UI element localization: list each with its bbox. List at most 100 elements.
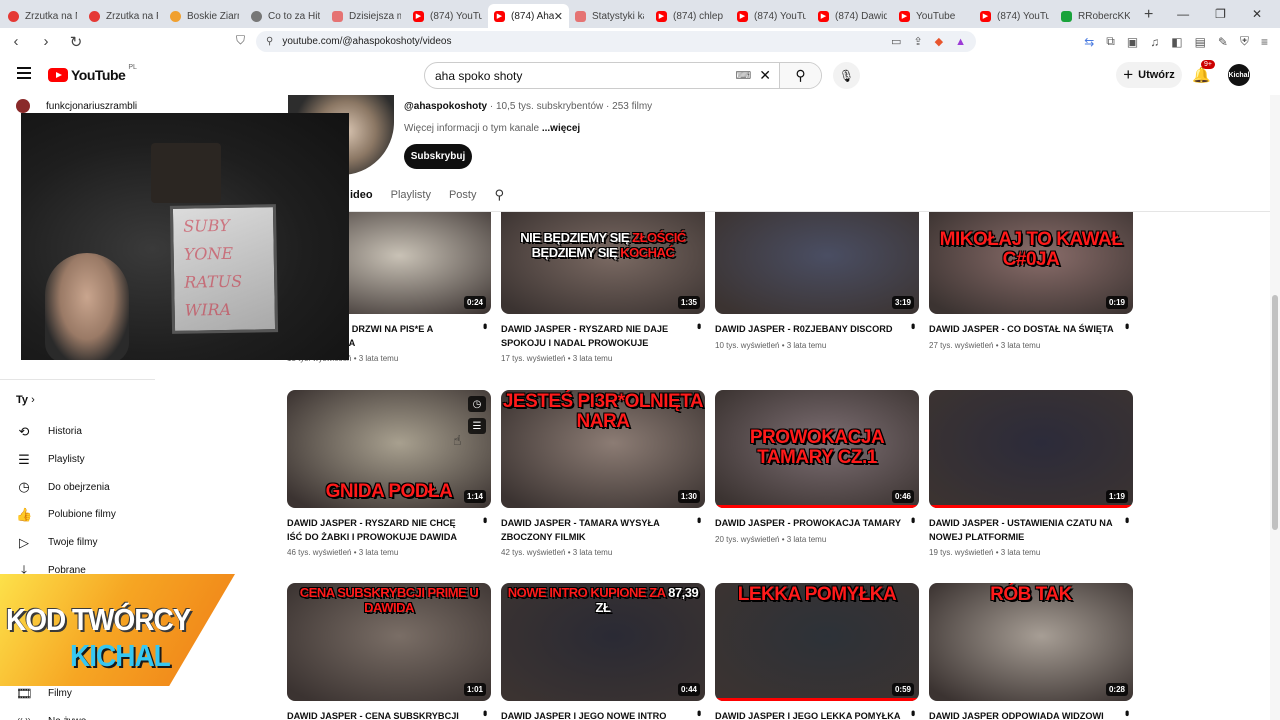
video-more-options-icon[interactable]: ••• xyxy=(1120,517,1134,521)
browser-tab[interactable]: Boskie Ziarno xyxy=(164,4,245,28)
browser-tab[interactable]: Zrzutka na Pa xyxy=(83,4,164,28)
browser-tab[interactable]: ▶ (874) chlep xyxy=(650,4,731,28)
sidebar-item-do-obejrzenia[interactable]: ◷ Do obejrzenia xyxy=(16,473,116,501)
video-card[interactable]: 3:19 DAWID JASPER - R0ZJEBANY DISCORD 10 t… xyxy=(715,212,920,350)
browser-tab[interactable]: ▶ (874) YouTub xyxy=(974,4,1055,28)
video-more-options-icon[interactable]: ••• xyxy=(1120,323,1134,327)
video-more-options-icon[interactable]: ••• xyxy=(906,710,920,714)
video-more-options-icon[interactable]: ••• xyxy=(692,517,706,521)
rewards-icon[interactable]: ▲ xyxy=(955,36,966,48)
video-thumbnail[interactable]: NOWE INTRO KUPIONE ZA 87,39 ZŁ 0:44 xyxy=(501,583,705,701)
install-icon[interactable]: ▭ xyxy=(891,35,901,48)
close-tab-icon[interactable]: ✕ xyxy=(554,10,563,23)
browser-tab[interactable]: ▶ YouTube xyxy=(893,4,974,28)
video-more-options-icon[interactable]: ••• xyxy=(1120,710,1134,714)
keyboard-icon[interactable]: ⌨ xyxy=(735,69,751,82)
tab-videos[interactable]: ideo xyxy=(350,189,373,201)
share-icon[interactable]: ⇪ xyxy=(913,35,922,48)
search-box[interactable]: aha spoko shoty ⌨ ✕ ⚲ xyxy=(424,62,822,89)
video-thumbnail[interactable]: MIKOŁAJ TO KAWAŁ C#0JA 0:19 xyxy=(929,212,1133,314)
video-thumbnail[interactable]: LEKKA POMYŁKA 0:59 xyxy=(715,583,919,701)
video-thumbnail[interactable]: CENA SUBSKRYBCJI PRIME U DAWIDA 1:01 xyxy=(287,583,491,701)
extension2-icon[interactable]: ▣ xyxy=(1127,35,1138,49)
restore-icon[interactable]: ❐ xyxy=(1215,7,1226,21)
video-title[interactable]: DAWID JASPER - CO DOSTAŁ NA ŚWIĘTA xyxy=(929,323,1133,337)
minimize-icon[interactable]: — xyxy=(1177,7,1189,21)
video-more-options-icon[interactable]: ••• xyxy=(478,710,492,714)
clear-search-icon[interactable]: ✕ xyxy=(759,67,771,84)
vpn-icon[interactable]: ⛨ xyxy=(1240,34,1249,49)
bookmark-icon[interactable]: ⛉ xyxy=(236,33,245,48)
translate-icon[interactable]: ⇆ xyxy=(1084,35,1094,49)
reload-icon[interactable]: ↻ xyxy=(68,33,84,51)
sidebar-icon[interactable]: ◧ xyxy=(1171,35,1182,49)
video-thumbnail[interactable]: 3:19 xyxy=(715,212,919,314)
tab-playlists[interactable]: Playlisty xyxy=(391,189,431,201)
video-card[interactable]: CENA SUBSKRYBCJI PRIME U DAWIDA 1:01 DAWID… xyxy=(287,583,492,720)
search-input[interactable]: aha spoko shoty xyxy=(425,69,735,83)
video-thumbnail[interactable]: JESTEŚ PI3R*OLNIĘTA NARA 1:30 xyxy=(501,390,705,508)
video-more-options-icon[interactable]: ••• xyxy=(478,517,492,521)
youtube-logo[interactable]: YouTube PL xyxy=(48,64,137,83)
browser-tab[interactable]: ▶ (874) YouTub xyxy=(731,4,812,28)
video-card[interactable]: NOWE INTRO KUPIONE ZA 87,39 ZŁ 0:44 DAWID … xyxy=(501,583,706,720)
more-link[interactable]: ...więcej xyxy=(542,123,580,134)
scrollbar-thumb[interactable] xyxy=(1272,295,1278,530)
watch-later-icon[interactable]: ◷ xyxy=(468,396,486,412)
forward-icon[interactable]: › xyxy=(38,33,54,50)
video-title[interactable]: DAWID JASPER - RYSZARD NIE CHCĘ IŚĆ DO Ż… xyxy=(287,517,491,544)
voice-search-icon[interactable]: 🎙 xyxy=(833,62,860,89)
account-avatar[interactable]: Kichal xyxy=(1228,64,1250,86)
leo-icon[interactable]: ✎ xyxy=(1218,35,1228,49)
video-card[interactable]: JESTEŚ PI3R*OLNIĘTA NARA 1:30 DAWID JASPER… xyxy=(501,390,706,557)
hamburger-menu-icon[interactable] xyxy=(17,67,31,82)
channel-search-icon[interactable]: ⚲ xyxy=(494,187,504,203)
video-card[interactable]: NIE BĘDZIEMY SIĘ ZŁOŚCIĆ BĘDZIEMY SIĘ KOC… xyxy=(501,212,706,363)
close-window-icon[interactable]: ✕ xyxy=(1252,7,1262,21)
search-button[interactable]: ⚲ xyxy=(779,63,821,88)
new-tab-button[interactable]: + xyxy=(1136,4,1161,28)
video-thumbnail[interactable]: GNIDA PODŁA 1:14 ◷ ☰ xyxy=(287,390,491,508)
video-title[interactable]: DAWID JASPER I JEGO LEKKA POMYŁKA xyxy=(715,710,919,720)
video-card[interactable]: 1:19 DAWID JASPER - USTAWIENIA CZATU NA N… xyxy=(929,390,1134,557)
video-more-options-icon[interactable]: ••• xyxy=(478,323,492,327)
video-title[interactable]: DAWID JASPER - USTAWIENIA CZATU NA NOWEJ… xyxy=(929,517,1133,544)
menu-icon[interactable]: ≡ xyxy=(1261,35,1268,49)
video-card[interactable]: MIKOŁAJ TO KAWAŁ C#0JA 0:19 DAWID JASPER -… xyxy=(929,212,1134,350)
sidebar-subscription-item[interactable]: funkcjonariuszrambli xyxy=(16,99,137,113)
sidebar-item-twoje-filmy[interactable]: ▷ Twoje filmy xyxy=(16,529,116,557)
browser-tab[interactable]: ▶ (874) YouTub xyxy=(407,4,488,28)
browser-tab[interactable]: Statystyki kan xyxy=(569,4,650,28)
video-card[interactable]: LEKKA POMYŁKA 0:59 DAWID JASPER I JEGO LEK… xyxy=(715,583,920,720)
video-more-options-icon[interactable]: ••• xyxy=(692,323,706,327)
video-thumbnail[interactable]: RÓB TAK 0:28 xyxy=(929,583,1133,701)
sidebar-item-na-żywo[interactable]: ((•))Na żywo xyxy=(16,708,86,720)
brave-shield-icon[interactable]: ◆ xyxy=(935,35,943,48)
video-title[interactable]: DAWID JASPER - RYSZARD NIE DAJE SPOKOJU … xyxy=(501,323,705,350)
video-card[interactable]: PROWOKACJA TAMARY CZ.1 0:46 DAWID JASPER -… xyxy=(715,390,920,544)
browser-tab[interactable]: Zrzutka na N xyxy=(2,4,83,28)
video-title[interactable]: DAWID JASPER I JEGO NOWE INTRO xyxy=(501,710,705,720)
subscribe-button[interactable]: Subskrybuj xyxy=(404,144,472,169)
browser-tab[interactable]: ▶ (874) Aha ✕ xyxy=(488,4,569,28)
video-title[interactable]: DAWID JASPER - CENA SUBSKRYBCJI xyxy=(287,710,491,720)
tab-posts[interactable]: Posty xyxy=(449,189,477,201)
video-thumbnail[interactable]: 1:19 xyxy=(929,390,1133,508)
sidebar-item-historia[interactable]: ⟲ Historia xyxy=(16,418,116,446)
sidebar-item-playlisty[interactable]: ☰ Playlisty xyxy=(16,446,116,474)
wallet-icon[interactable]: ▤ xyxy=(1195,35,1206,49)
video-more-options-icon[interactable]: ••• xyxy=(906,323,920,327)
sidebar-you-header[interactable]: Ty › xyxy=(16,394,35,406)
browser-tab[interactable]: Co to za Hit! xyxy=(245,4,326,28)
extension-icon[interactable]: ⧉ xyxy=(1106,34,1115,49)
video-more-options-icon[interactable]: ••• xyxy=(692,710,706,714)
video-more-options-icon[interactable]: ••• xyxy=(906,517,920,521)
browser-tab[interactable]: ▶ (874) Dawid xyxy=(812,4,893,28)
browser-tab[interactable]: RRobercKKT xyxy=(1055,4,1136,28)
video-title[interactable]: DAWID JASPER - PROWOKACJA TAMARY xyxy=(715,517,919,531)
video-thumbnail[interactable]: NIE BĘDZIEMY SIĘ ZŁOŚCIĆ BĘDZIEMY SIĘ KOC… xyxy=(501,212,705,314)
channel-description[interactable]: Więcej informacji o tym kanale ...więcej xyxy=(404,123,580,134)
page-scrollbar[interactable] xyxy=(1270,95,1280,720)
video-title[interactable]: DAWID JASPER - TAMARA WYSYŁA ZBOCZONY FI… xyxy=(501,517,705,544)
create-button[interactable]: + Utwórz xyxy=(1116,62,1182,88)
